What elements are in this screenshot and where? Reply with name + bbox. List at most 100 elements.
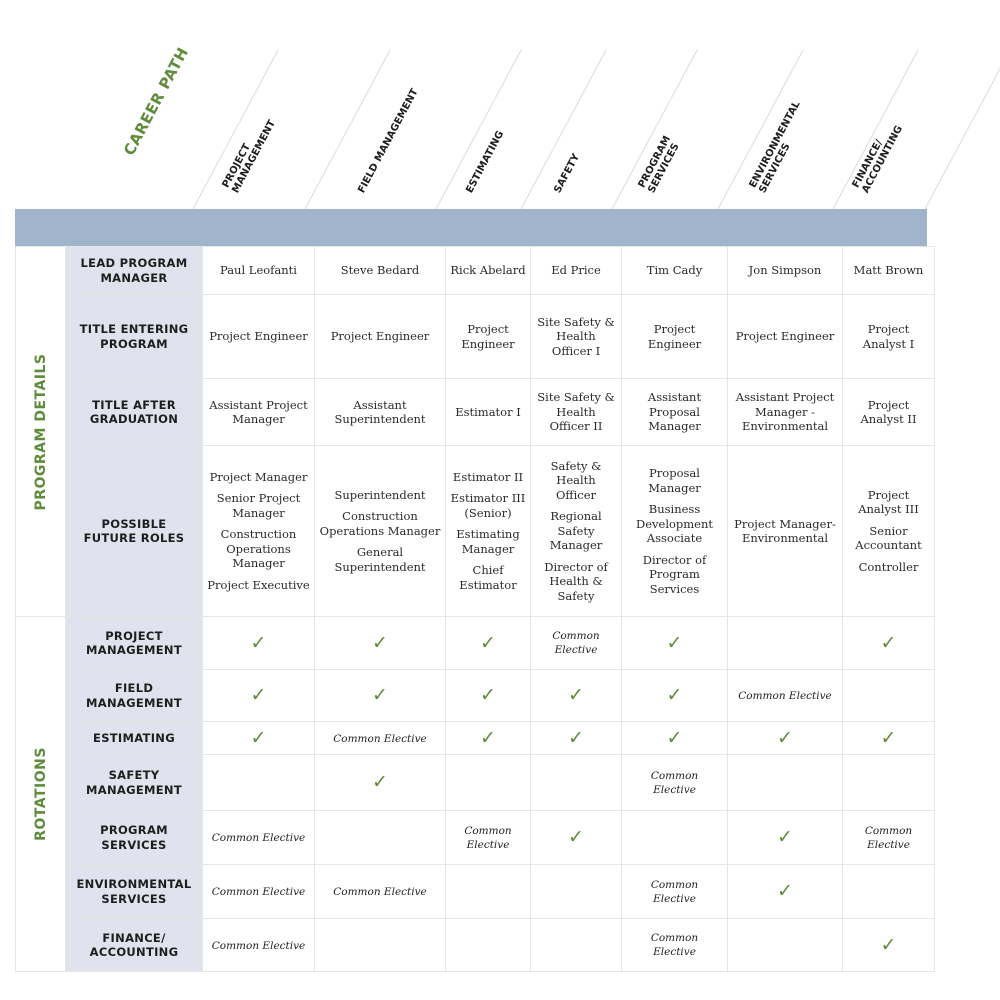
checkmark-icon: ✓ — [480, 631, 496, 654]
table-cell: Project Engineer — [445, 294, 531, 379]
table-row: SAFETY MANAGEMENT ✓ Common Elective — [16, 754, 935, 811]
common-elective-label: Common Elective — [650, 932, 699, 958]
table-cell: Project Engineer — [727, 294, 843, 379]
common-elective-label: Common Elective — [552, 630, 600, 656]
cell-text: Chief Estimator — [459, 563, 517, 592]
row-header: TITLE AFTER GRADUATION — [65, 378, 203, 446]
table-cell: ✓ — [530, 810, 622, 865]
table-cell — [727, 616, 843, 670]
table-cell: Site Safety & Health Officer II — [530, 378, 622, 446]
table-row: PROGRAM SERVICES Common Elective Common Ele… — [16, 810, 935, 865]
table-cell: Estimator II Estimator III (Senior) Estima… — [445, 445, 531, 617]
row-header-line: FIELD — [114, 681, 154, 695]
row-header: PROJECT MANAGEMENT — [65, 616, 203, 670]
table-cell: Paul Leofanti — [202, 246, 315, 295]
table-cell: ✓ — [445, 616, 531, 670]
table-cell: Project Manager Senior Project Manager Con… — [202, 445, 315, 617]
row-header-line: POSSIBLE — [101, 516, 167, 531]
cell-text: Proposal Manager — [648, 466, 701, 495]
table-cell: Superintendent Construction Operations Ma… — [314, 445, 446, 617]
table-cell: Project Engineer — [314, 294, 446, 379]
table-cell — [842, 864, 935, 919]
table-cell: ✓ — [842, 721, 935, 755]
cell-text: Matt Brown — [853, 263, 924, 278]
table-cell: Project Engineer — [621, 294, 728, 379]
row-header: ESTIMATING — [65, 721, 203, 755]
cell-text: General Superintendent — [334, 545, 426, 574]
cell-text: Project Analyst I — [862, 322, 915, 351]
table-row: PROGRAM DETAILS LEAD PROGRAM MANAGER Paul L… — [15, 246, 935, 617]
checkmark-icon: ✓ — [777, 726, 793, 749]
cell-text: Paul Leofanti — [219, 263, 297, 278]
checkmark-icon: ✓ — [666, 684, 683, 706]
header-band — [15, 209, 927, 246]
table-cell: ✓ — [621, 669, 728, 722]
row-header: ENVIRONMENTAL SERVICES — [65, 864, 203, 919]
row-header-line: MANAGEMENT — [86, 782, 182, 797]
table-cell: Project Analyst I — [842, 294, 935, 379]
cell-text: Project Engineer — [735, 329, 835, 344]
program-details-label: PROGRAM DETAILS — [32, 352, 49, 511]
table-row: POSSIBLE FUTURE ROLES Project Manager Senio… — [16, 445, 935, 617]
cell-text: Estimating Manager — [456, 527, 520, 556]
table-cell — [445, 864, 531, 919]
table-cell: ✓ — [314, 754, 446, 811]
table-cell: Site Safety & Health Officer I — [530, 294, 622, 379]
table-cell: ✓ — [621, 721, 728, 755]
header-divider-line — [832, 49, 919, 210]
table-cell — [314, 810, 446, 865]
table-cell: ✓ — [727, 810, 843, 865]
cell-text: Assistant Superintendent — [334, 397, 426, 427]
table-cell — [727, 918, 843, 972]
table-row: TITLE ENTERING PROGRAM Project Engineer Pro… — [16, 294, 935, 379]
row-header-line: ACCOUNTING — [89, 945, 179, 959]
table-cell: Common Elective — [621, 754, 728, 811]
cell-text: Tim Cady — [646, 263, 703, 278]
table-row: TITLE AFTER GRADUATION Assistant Project M… — [16, 378, 935, 446]
cell-text: Project Engineer — [330, 329, 430, 344]
cell-text: Senior Accountant — [855, 523, 922, 553]
table-cell: Common Elective — [445, 810, 531, 865]
table-cell: Common Elective — [842, 810, 935, 865]
cell-text: Rick Abelard — [450, 263, 526, 278]
table-row: FINANCE/ACCOUNTING Common Elective Common … — [16, 918, 935, 972]
row-header-line: PROGRAM — [100, 823, 168, 837]
row-header-line: SAFETY — [108, 768, 160, 782]
table-cell — [530, 918, 622, 972]
row-header: FINANCE/ACCOUNTING — [65, 918, 203, 972]
row-header-line: MANAGER — [100, 270, 168, 285]
checkmark-icon: ✓ — [666, 631, 683, 654]
common-elective-label: Common Elective — [738, 690, 832, 702]
career-path-table: PROGRAM DETAILS LEAD PROGRAM MANAGER Paul L… — [15, 246, 935, 972]
table-cell: Common Elective — [202, 918, 315, 972]
table-cell: Assistant Superintendent — [314, 378, 446, 446]
table-row: ROTATIONS PROJECT MANAGEMENT ✓ ✓ ✓ Common Elec… — [15, 616, 935, 972]
cell-text: Assistant Project Manager - Environmenta… — [735, 390, 835, 434]
common-elective-label: Common Elective — [211, 939, 306, 952]
row-header-line: PROJECT — [105, 628, 163, 643]
table-cell: Assistant Proposal Manager — [621, 378, 728, 446]
table-cell: ✓ — [314, 616, 446, 670]
cell-text: Business Development Associate — [635, 502, 714, 545]
table-cell — [314, 918, 446, 972]
table-cell: Common Elective — [727, 669, 843, 722]
table-cell — [727, 754, 843, 811]
table-cell — [445, 918, 531, 972]
checkmark-icon: ✓ — [777, 826, 793, 848]
table-cell: Estimator I — [445, 378, 531, 446]
cell-text: Assistant Project Manager — [209, 397, 308, 427]
table-cell — [621, 810, 728, 865]
row-header-line: ENVIRONMENTAL — [76, 877, 192, 891]
cell-text: Director of Health & Safety — [544, 559, 608, 603]
table-cell: ✓ — [202, 721, 315, 755]
cell-text: Safety & Health Officer — [550, 458, 602, 502]
section-label-cell: PROGRAM DETAILS — [15, 246, 66, 617]
column-header-area: CAREER PATH PROJECT MANAGEMENT FIELD MANAG… — [0, 0, 1000, 210]
cell-text: Site Safety & Health Officer II — [537, 390, 615, 434]
table-cell: Matt Brown — [842, 246, 935, 295]
cell-text: Project Manager — [209, 469, 308, 484]
table-cell: Tim Cady — [621, 246, 728, 295]
common-elective-label: Common Elective — [211, 886, 306, 898]
section-label-cell: ROTATIONS — [15, 616, 66, 972]
table-cell — [842, 754, 935, 811]
